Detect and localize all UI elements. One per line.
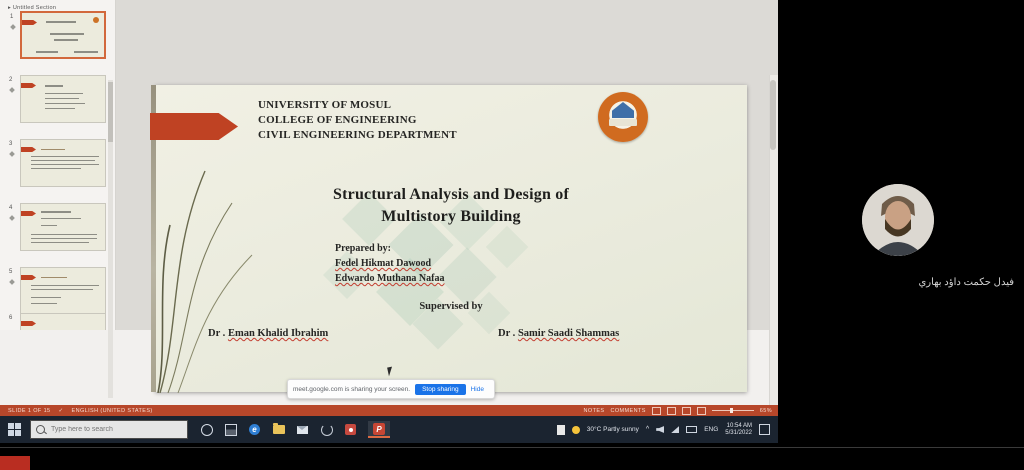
slide-thumbnail-5[interactable]: 5 bbox=[20, 267, 106, 315]
slide-thumbnail-4[interactable]: 4 bbox=[20, 203, 106, 251]
slide-sorter-view-icon[interactable] bbox=[667, 407, 676, 415]
volume-icon[interactable] bbox=[656, 426, 664, 433]
slide-title-line1: Structural Analysis and Design of bbox=[155, 186, 747, 204]
slide-indicator: SLIDE 1 OF 15 bbox=[8, 408, 51, 414]
university-logo bbox=[598, 92, 648, 142]
slide-thumbnail-2[interactable]: 2 bbox=[20, 75, 106, 123]
search-input[interactable] bbox=[49, 425, 173, 434]
meet-app-icon[interactable] bbox=[344, 423, 357, 436]
prepared-name-1: Fedel Hikmat Dawood bbox=[335, 258, 431, 269]
supervisor-right: Dr . Samir Saadi Shammas bbox=[498, 328, 619, 339]
edge-icon[interactable]: e bbox=[248, 423, 261, 436]
slide-header: UNIVERSITY OF MOSUL COLLEGE OF ENGINEERI… bbox=[258, 98, 457, 143]
supervised-by-label: Supervised by bbox=[155, 301, 747, 312]
supervisor-left: Dr . Eman Khalid Ibrahim bbox=[208, 328, 328, 339]
system-tray: 30°C Partly sunny ^ ENG 10:54 AM 5/31/20… bbox=[557, 423, 770, 437]
participant-name: فيدل حكمت داؤد بهاري bbox=[880, 277, 1014, 288]
tray-chevron-up-icon[interactable]: ^ bbox=[646, 426, 649, 433]
clock[interactable]: 10:54 AM 5/31/2022 bbox=[725, 423, 752, 437]
zoom-slider-knob[interactable] bbox=[730, 408, 733, 413]
participant-video-tile[interactable] bbox=[862, 184, 934, 256]
logo-dome-icon bbox=[612, 102, 634, 118]
meeting-shared-screen: ↩ ↪ ▸ (٣) تعريب نهائي - PowerPoint (Prod… bbox=[0, 0, 1024, 470]
logo-base-icon bbox=[609, 119, 637, 126]
prepared-by-label: Prepared by: bbox=[335, 243, 391, 254]
start-button[interactable] bbox=[8, 423, 22, 437]
prepared-name-2: Edwardo Muthana Nafaa bbox=[335, 273, 444, 284]
weather-text[interactable]: 30°C Partly sunny bbox=[587, 426, 639, 433]
search-icon bbox=[36, 425, 45, 434]
zoom-slider[interactable] bbox=[712, 410, 754, 411]
spellcheck-icon[interactable]: ✓ bbox=[59, 408, 64, 414]
slide-thumbnail-panel: ▸ Untitled Section 1 2 3 bbox=[0, 0, 116, 330]
language-indicator[interactable]: ENGLISH (UNITED STATES) bbox=[72, 408, 153, 414]
slide-thumbnail-1[interactable]: 1 bbox=[20, 11, 106, 59]
slide-thumbnail-3[interactable]: 3 bbox=[20, 139, 106, 187]
slide-thumbnail-6[interactable]: 6 bbox=[20, 313, 106, 330]
slide-title-line2: Multistory Building bbox=[155, 208, 747, 226]
language-indicator[interactable]: ENG bbox=[704, 426, 718, 433]
normal-view-icon[interactable] bbox=[652, 407, 661, 415]
header-line: UNIVERSITY OF MOSUL bbox=[258, 98, 457, 113]
section-triangle-icon: ▸ bbox=[8, 5, 11, 11]
notes-button[interactable]: NOTES bbox=[584, 408, 605, 414]
zoom-level[interactable]: 65% bbox=[760, 408, 772, 414]
stop-sharing-button[interactable]: Stop sharing bbox=[415, 384, 466, 395]
taskbar-search[interactable] bbox=[30, 420, 188, 439]
slideshow-view-icon[interactable] bbox=[697, 407, 706, 415]
hide-button[interactable]: Hide bbox=[471, 386, 484, 393]
header-line: CIVIL ENGINEERING DEPARTMENT bbox=[258, 128, 457, 143]
powerpoint-status-bar: SLIDE 1 OF 15 ✓ ENGLISH (UNITED STATES) … bbox=[0, 405, 778, 416]
mail-icon[interactable] bbox=[296, 423, 309, 436]
screen-share-toast: meet.google.com is sharing your screen. … bbox=[287, 379, 495, 399]
participant-avatar bbox=[862, 184, 934, 256]
editor-scrollbar-thumb[interactable] bbox=[770, 80, 776, 150]
comments-button[interactable]: COMMENTS bbox=[610, 408, 645, 414]
animation-indicator-icon bbox=[10, 24, 16, 30]
windows-taskbar: e P 30°C Partly sunny ^ ENG 10:54 AM 5/3… bbox=[0, 416, 778, 443]
frame-divider-line bbox=[0, 447, 1024, 448]
file-explorer-icon[interactable] bbox=[272, 423, 285, 436]
weather-icon[interactable] bbox=[572, 426, 580, 434]
reading-view-icon[interactable] bbox=[682, 407, 691, 415]
task-view-icon[interactable] bbox=[224, 423, 237, 436]
cortana-icon[interactable] bbox=[200, 423, 213, 436]
action-center-icon[interactable] bbox=[759, 424, 770, 435]
recording-indicator-bar bbox=[0, 456, 30, 470]
share-message: meet.google.com is sharing your screen. bbox=[293, 386, 410, 393]
document-tray-icon[interactable] bbox=[557, 425, 565, 435]
powerpoint-taskbar-icon[interactable]: P bbox=[368, 421, 390, 438]
header-line: COLLEGE OF ENGINEERING bbox=[258, 113, 457, 128]
battery-icon[interactable] bbox=[686, 426, 697, 433]
sync-icon[interactable] bbox=[320, 423, 333, 436]
thumbnail-scrollbar-thumb[interactable] bbox=[108, 82, 113, 142]
network-icon[interactable] bbox=[671, 426, 679, 433]
